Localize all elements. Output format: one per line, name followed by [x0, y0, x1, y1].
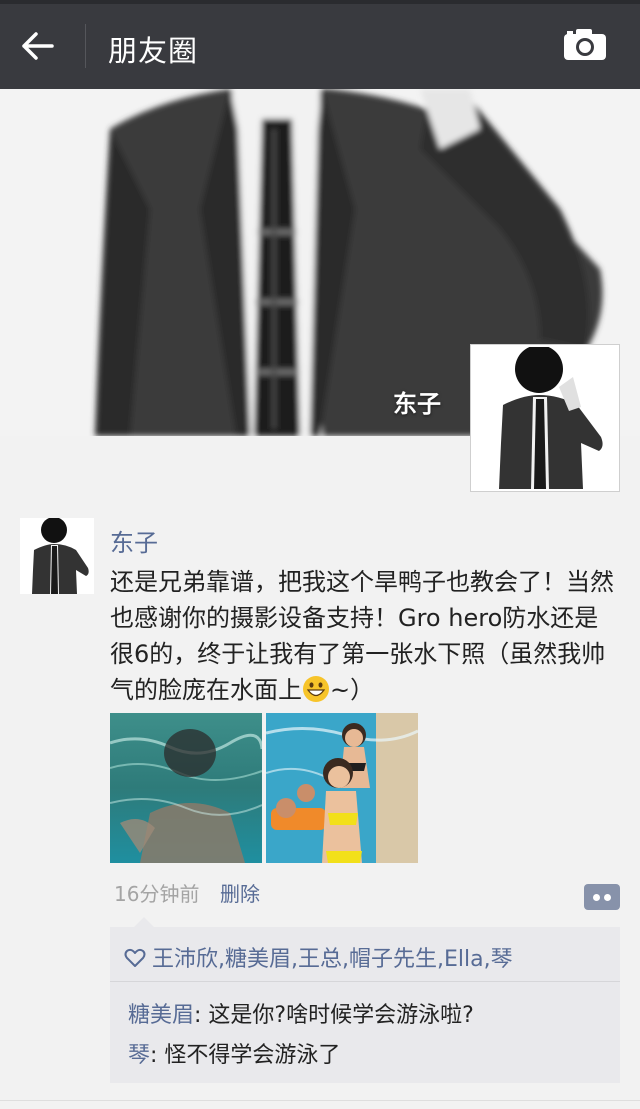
comment-text: : 怪不得学会游泳了	[150, 1043, 341, 1068]
likes-comments-panel: 王沛欣,糖美眉,王总,帽子先生,Ella,琴 糖美眉: 这是你?啥时候学会游泳啦…	[110, 917, 620, 1083]
header-divider	[85, 24, 86, 68]
avatar-suit-image	[473, 345, 617, 489]
panel-caret	[134, 917, 154, 927]
comment-text: : 这是你?啥时候学会游泳啦?	[194, 1003, 474, 1028]
pool-photo-image	[266, 713, 418, 863]
post-photo-pool[interactable]	[266, 713, 418, 863]
grinning-face-emoji-icon	[303, 676, 329, 702]
back-arrow-icon	[22, 32, 54, 60]
comment-item[interactable]: 琴: 怪不得学会游泳了	[128, 1037, 340, 1069]
page-title: 朋友圈	[108, 34, 199, 68]
comment-item[interactable]: 糖美眉: 这是你?啥时候学会游泳啦?	[128, 997, 474, 1029]
back-button[interactable]	[18, 26, 66, 66]
camera-button[interactable]	[562, 26, 612, 66]
underwater-photo-image	[110, 713, 262, 863]
cover-user-name: 东子	[393, 390, 441, 418]
post-text: 还是兄弟靠谱，把我这个旱鸭子也教会了！当然也感谢你的摄影设备支持！Gro her…	[110, 564, 622, 708]
author-avatar-image	[20, 517, 94, 594]
post-photo-underwater[interactable]	[110, 713, 262, 863]
comment-author[interactable]: 琴	[128, 1043, 150, 1068]
comment-action-button[interactable]	[584, 884, 620, 910]
comment-author[interactable]: 糖美眉	[128, 1003, 194, 1028]
post-text-part-2: ~）	[330, 676, 375, 704]
post-author-name[interactable]: 东子	[110, 523, 158, 558]
feed-bottom-divider	[0, 1100, 640, 1101]
likes-list[interactable]: 王沛欣,糖美眉,王总,帽子先生,Ella,琴	[124, 941, 513, 973]
more-dots-icon	[593, 894, 600, 901]
top-bar: 朋友圈	[0, 0, 640, 89]
post-timestamp: 16分钟前	[114, 882, 200, 906]
status-strip	[0, 0, 640, 4]
more-dots-icon	[604, 894, 611, 901]
heart-icon	[124, 948, 146, 967]
likes-names[interactable]: 王沛欣,糖美眉,王总,帽子先生,Ella,琴	[152, 947, 513, 972]
likes-divider	[110, 981, 620, 982]
post-author-avatar[interactable]	[20, 517, 94, 594]
camera-icon	[564, 29, 606, 60]
delete-post-link[interactable]: 删除	[220, 878, 260, 907]
cover-avatar[interactable]	[470, 344, 620, 492]
